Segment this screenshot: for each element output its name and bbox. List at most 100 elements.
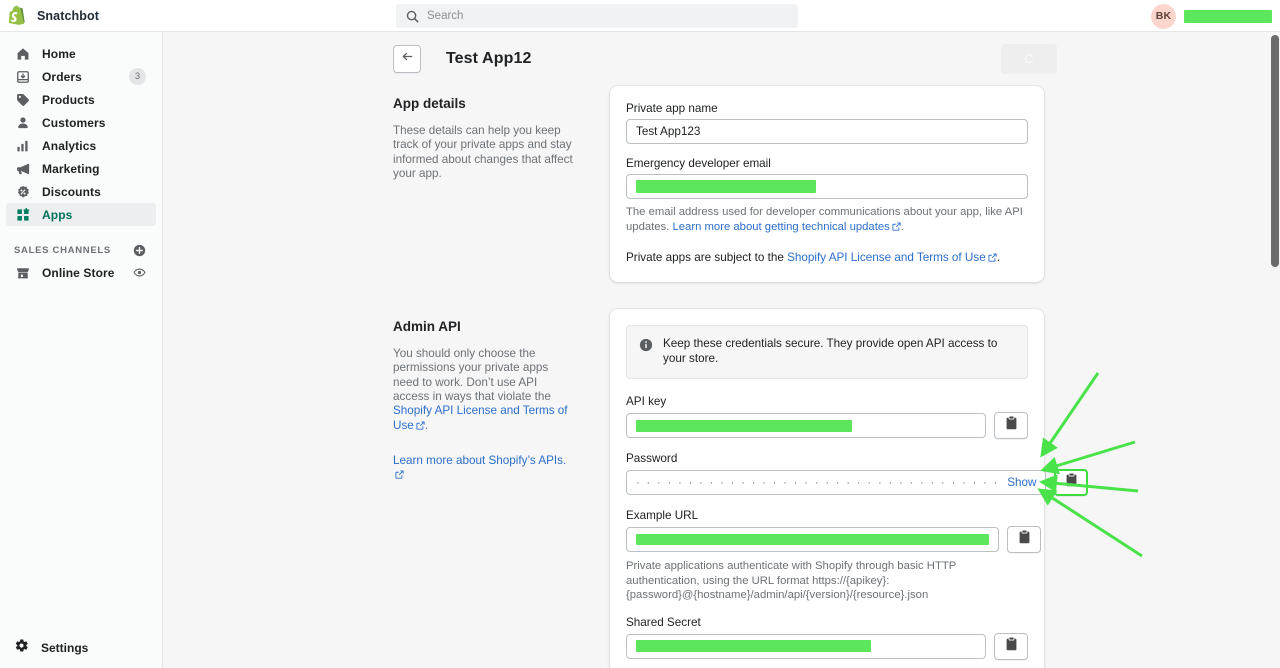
- shopify-apis-link[interactable]: Learn more about Shopify’s APIs.: [393, 454, 566, 467]
- password-field: Password · · · · · · · · · · · · · · · ·…: [626, 452, 1089, 497]
- account-name-redacted: [1184, 9, 1272, 23]
- sidebar-item-label: Products: [42, 92, 95, 107]
- private-app-name-label: Private app name: [626, 102, 718, 115]
- sidebar-item-discounts[interactable]: Discounts: [6, 180, 156, 203]
- megaphone-icon: [14, 162, 32, 176]
- brand-logo[interactable]: Snatchbot: [0, 0, 163, 32]
- external-link-icon: [416, 420, 425, 434]
- admin-api-desc-part2: .: [424, 418, 429, 432]
- orders-count-badge: 3: [129, 68, 146, 85]
- avatar: BK: [1151, 3, 1176, 29]
- sidebar-item-label: Customers: [42, 115, 106, 130]
- shared-secret-redacted-value: [636, 640, 871, 653]
- shared-secret-label: Shared Secret: [626, 615, 701, 629]
- api-license-terms-link[interactable]: Shopify API License and Terms of Use: [787, 251, 986, 264]
- credentials-warning-banner: Keep these credentials secure. They prov…: [626, 325, 1028, 380]
- arrow-left-icon: [400, 49, 415, 69]
- terms-notice: Private apps are subject to the Shopify …: [626, 250, 1028, 266]
- sidebar-item-online-store[interactable]: Online Store: [6, 261, 156, 284]
- admin-api-description: You should only choose the permissions y…: [393, 347, 576, 434]
- password-masked-value: · · · · · · · · · · · · · · · · · · · · …: [636, 476, 1000, 489]
- admin-api-learn-more: Learn more about Shopify’s APIs.: [393, 454, 576, 484]
- example-url-copy-button[interactable]: [1007, 526, 1041, 554]
- sidebar-item-label: Settings: [41, 641, 89, 655]
- emergency-email-input[interactable]: [626, 174, 1028, 199]
- private-app-name-field: Private app name Test App123: [626, 102, 1028, 144]
- emergency-email-label: Emergency developer email: [626, 157, 771, 170]
- emergency-email-help: The email address used for developer com…: [626, 205, 1028, 235]
- external-link-icon: [988, 251, 997, 266]
- external-link-icon: [892, 221, 901, 236]
- password-show-toggle[interactable]: Show: [1007, 476, 1036, 489]
- sidebar-item-label: Home: [42, 46, 76, 61]
- sidebar-item-label: Orders: [42, 69, 82, 84]
- main-content: Test App12 C App details These details c…: [163, 32, 1280, 668]
- scrollbar-thumb[interactable]: [1271, 35, 1279, 267]
- private-app-name-input[interactable]: Test App123: [626, 119, 1028, 144]
- terms-suffix: .: [996, 251, 1000, 265]
- page-action-button[interactable]: C: [1001, 44, 1057, 74]
- sidebar-item-label: Marketing: [42, 161, 100, 176]
- sales-channels-header: SALES CHANNELS: [6, 239, 156, 261]
- admin-api-aside: Admin API You should only choose the per…: [393, 309, 610, 668]
- password-copy-button[interactable]: [1054, 469, 1089, 497]
- admin-api-card: Keep these credentials secure. They prov…: [610, 309, 1089, 668]
- clipboard-copy-icon: [1005, 416, 1018, 435]
- vertical-scrollbar[interactable]: [1269, 33, 1280, 668]
- example-url-input[interactable]: [626, 527, 999, 553]
- api-key-row: [626, 412, 1028, 440]
- app-details-aside: App details These details can help you k…: [393, 86, 610, 282]
- admin-api-title: Admin API: [393, 319, 461, 335]
- user-account-menu[interactable]: BK: [1151, 3, 1272, 29]
- app-details-description: These details can help you keep track of…: [393, 124, 573, 180]
- apps-grid-plus-icon: [14, 207, 32, 222]
- eye-icon[interactable]: [133, 266, 146, 279]
- password-input[interactable]: · · · · · · · · · · · · · · · · · · · · …: [626, 470, 1047, 496]
- sales-channels-label: SALES CHANNELS: [14, 244, 111, 256]
- api-key-copy-button[interactable]: [994, 412, 1028, 440]
- api-key-input[interactable]: [626, 413, 986, 439]
- example-url-field: Example URL Private applications authent…: [626, 509, 1041, 603]
- sidebar-item-home[interactable]: Home: [6, 42, 156, 65]
- sidebar-item-products[interactable]: Products: [6, 88, 156, 111]
- info-circle-icon: [639, 338, 653, 366]
- sidebar-item-customers[interactable]: Customers: [6, 111, 156, 134]
- sidebar-item-apps[interactable]: Apps: [6, 203, 156, 226]
- clipboard-copy-icon: [1065, 473, 1078, 492]
- sidebar-item-label: Apps: [42, 207, 73, 222]
- page-header: Test App12 C: [163, 32, 1280, 86]
- technical-updates-link[interactable]: Learn more about getting technical updat…: [672, 221, 889, 233]
- emergency-email-field: Emergency developer email The email addr…: [626, 157, 1028, 235]
- sidebar-item-marketing[interactable]: Marketing: [6, 157, 156, 180]
- search-icon: [406, 10, 419, 23]
- plus-circle-icon[interactable]: [133, 244, 146, 257]
- page-title: Test App12: [446, 50, 532, 67]
- sidebar-item-label: Online Store: [42, 265, 115, 280]
- terms-prefix: Private apps are subject to the: [626, 251, 788, 265]
- external-link-icon: [395, 469, 404, 483]
- sidebar: Home Orders 3 Products Customers Analyti…: [0, 32, 163, 668]
- sidebar-item-orders[interactable]: Orders 3: [6, 65, 156, 88]
- admin-api-desc-part1: You should only choose the permissions y…: [393, 347, 551, 404]
- shopify-bag-icon: [9, 5, 28, 26]
- password-label: Password: [626, 452, 678, 466]
- person-icon: [14, 116, 32, 130]
- app-details-card: Private app name Test App123 Emergency d…: [610, 86, 1044, 283]
- back-button[interactable]: [393, 45, 421, 73]
- example-url-help: Private applications authenticate with S…: [626, 560, 957, 602]
- shared-secret-copy-button[interactable]: [994, 632, 1028, 660]
- bar-chart-icon: [14, 139, 32, 153]
- credentials-warning-text: Keep these credentials secure. They prov…: [663, 337, 998, 365]
- search-input[interactable]: Search: [396, 4, 798, 28]
- clipboard-copy-icon: [1018, 530, 1031, 549]
- sidebar-item-analytics[interactable]: Analytics: [6, 134, 156, 157]
- shared-secret-row: [626, 632, 1028, 660]
- app-details-section: App details These details can help you k…: [163, 86, 1280, 283]
- home-icon: [14, 47, 32, 61]
- password-row: · · · · · · · · · · · · · · · · · · · · …: [626, 469, 1089, 497]
- shared-secret-input[interactable]: [626, 633, 986, 659]
- sidebar-item-settings[interactable]: Settings: [0, 636, 163, 660]
- email-help-suffix: .: [900, 220, 904, 233]
- sidebar-item-label: Discounts: [42, 184, 101, 199]
